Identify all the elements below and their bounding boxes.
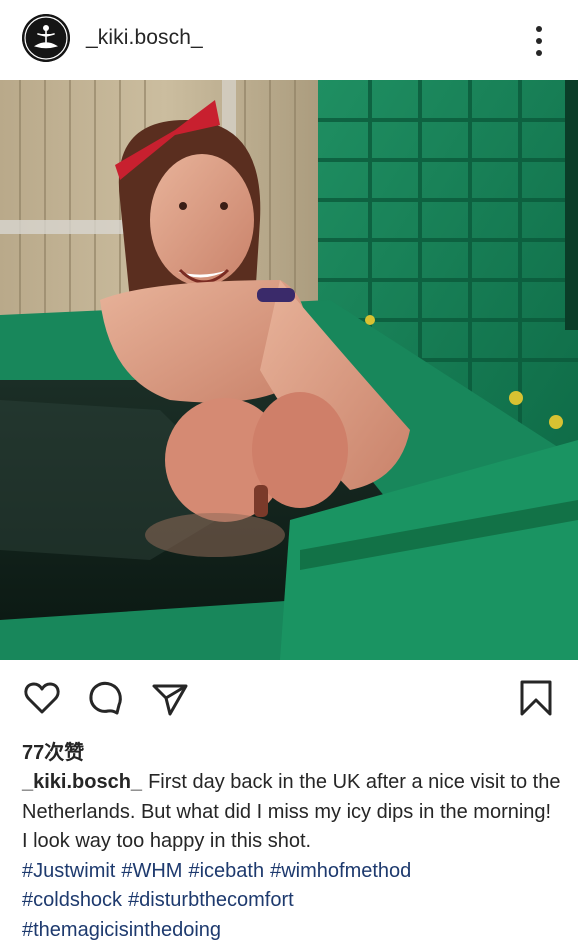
more-vertical-icon bbox=[536, 26, 542, 32]
ice-bath-photo bbox=[0, 80, 578, 660]
caption-username[interactable]: _kiki.bosch_ bbox=[22, 771, 142, 793]
hashtag-list: #Justwimit #WHM #icebath #wimhofmethod #cold… bbox=[22, 857, 562, 945]
comment-button[interactable] bbox=[86, 678, 126, 718]
likes-count[interactable]: 77次赞 bbox=[22, 736, 84, 765]
post-photo[interactable] bbox=[0, 80, 578, 660]
paper-plane-icon bbox=[150, 678, 190, 718]
post-caption: _kiki.bosch_First day back in the UK aft… bbox=[22, 768, 562, 945]
hashtag-link[interactable]: #icebath bbox=[188, 860, 264, 882]
hashtag-link[interactable]: #Justwimit bbox=[22, 860, 115, 882]
hashtag-link[interactable]: #coldshock bbox=[22, 889, 122, 911]
hashtag-link[interactable]: #disturbthecomfort bbox=[128, 889, 294, 911]
bookmark-outline-icon bbox=[516, 678, 556, 718]
avatar[interactable] bbox=[22, 14, 70, 62]
share-button[interactable] bbox=[150, 678, 190, 718]
more-dot bbox=[536, 50, 542, 56]
comment-bubble-icon bbox=[86, 678, 126, 718]
heart-outline-icon bbox=[22, 678, 62, 718]
more-dot bbox=[536, 38, 542, 44]
meditation-silhouette-icon bbox=[22, 14, 70, 62]
post-header: _kiki.bosch_ bbox=[0, 0, 578, 80]
hashtag-link[interactable]: #themagicisinthedoing bbox=[22, 919, 221, 941]
post-username[interactable]: _kiki.bosch_ bbox=[86, 26, 203, 50]
more-options-button[interactable] bbox=[524, 24, 554, 58]
hashtag-link[interactable]: #WHM bbox=[121, 860, 182, 882]
save-button[interactable] bbox=[516, 678, 556, 718]
hashtag-link[interactable]: #wimhofmethod bbox=[270, 860, 411, 882]
post-actions bbox=[0, 670, 578, 726]
like-button[interactable] bbox=[22, 678, 62, 718]
